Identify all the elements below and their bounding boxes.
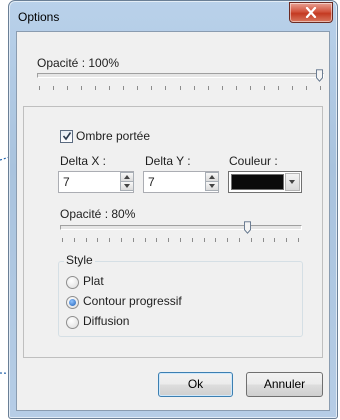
slider-tick (74, 238, 75, 242)
slider-tick (239, 238, 240, 242)
slider-tick (292, 86, 293, 90)
close-button[interactable] (289, 2, 333, 23)
slider-tick (137, 86, 138, 90)
drop-shadow-checkbox[interactable] (60, 130, 73, 143)
slider-tick (67, 86, 68, 90)
style-plat-label: Plat (83, 274, 104, 288)
style-contour-radio[interactable] (66, 296, 79, 309)
slider-tick (121, 238, 122, 242)
slider-tick (263, 238, 264, 242)
slider-tick (109, 86, 110, 90)
slider-tick (123, 86, 124, 90)
color-swatch (231, 174, 284, 190)
slider-tick (151, 86, 152, 90)
slider-tick (274, 238, 275, 242)
style-diffusion-label: Diffusion (83, 314, 130, 328)
close-icon (305, 7, 317, 18)
delta-x-spinner (120, 172, 134, 191)
slider-tick (109, 238, 110, 242)
slider-tick (39, 86, 40, 90)
slider-tick (86, 238, 87, 242)
shadow-opacity-label: Opacité : 80% (60, 207, 136, 221)
slider-tick (298, 238, 299, 242)
delta-x-label: Delta X : (60, 154, 107, 168)
slider-tick (227, 238, 228, 242)
shadow-opacity-slider-ticks (62, 238, 299, 242)
slider-tick (62, 238, 63, 242)
shadow-opacity-slider-thumb[interactable] (244, 221, 251, 234)
arrow-down-icon (124, 184, 130, 188)
slider-tick (194, 86, 195, 90)
delta-y-decrement[interactable] (205, 181, 219, 191)
slider-tick (156, 238, 157, 242)
slider-tick (180, 86, 181, 90)
shadow-opacity-slider-track (60, 225, 302, 230)
delta-y-spinner (205, 172, 219, 191)
slider-tick (145, 238, 146, 242)
color-label: Couleur : (229, 154, 278, 168)
opacity-slider-ticks (39, 86, 321, 90)
drop-shadow-label: Ombre portée (76, 129, 151, 143)
slider-tick (215, 238, 216, 242)
style-plat-radio[interactable] (66, 276, 79, 289)
slider-tick (95, 86, 96, 90)
delta-x-decrement[interactable] (120, 181, 134, 191)
slider-tick (222, 86, 223, 90)
slider-tick (81, 86, 82, 90)
title-bar: Options (9, 1, 337, 31)
arrow-up-icon (124, 175, 130, 179)
slider-tick (165, 86, 166, 90)
style-diffusion-radio[interactable] (66, 316, 79, 329)
slider-tick (320, 86, 321, 90)
color-picker[interactable] (228, 171, 302, 193)
slider-tick (250, 86, 251, 90)
delta-y-value: 7 (148, 175, 155, 189)
slider-tick (251, 238, 252, 242)
opacity-slider-thumb[interactable] (316, 69, 323, 82)
slider-tick (204, 238, 205, 242)
color-dropdown-button[interactable] (285, 173, 300, 191)
slider-tick (180, 238, 181, 242)
style-contour-label: Contour progressif (83, 294, 182, 308)
arrow-down-icon (209, 184, 215, 188)
ok-button[interactable]: Ok (158, 372, 233, 397)
slider-tick (264, 86, 265, 90)
delta-x-field[interactable]: 7 (58, 171, 134, 193)
slider-tick (278, 86, 279, 90)
slider-tick (306, 86, 307, 90)
slider-tick (208, 86, 209, 90)
slider-tick (53, 86, 54, 90)
style-group-title: Style (64, 253, 95, 267)
slider-tick (168, 238, 169, 242)
cancel-button[interactable]: Annuler (246, 372, 323, 397)
slider-tick (133, 238, 134, 242)
opacity-label: Opacité : 100% (37, 56, 120, 70)
slider-tick (97, 238, 98, 242)
checkmark-icon (62, 132, 72, 141)
opacity-slider-track (37, 73, 324, 78)
delta-y-field[interactable]: 7 (143, 171, 219, 193)
slider-tick (236, 86, 237, 90)
arrow-up-icon (209, 175, 215, 179)
delta-y-label: Delta Y : (145, 154, 191, 168)
window-title: Options (18, 10, 60, 24)
delta-x-value: 7 (63, 175, 70, 189)
slider-tick (286, 238, 287, 242)
slider-tick (192, 238, 193, 242)
chevron-down-icon (289, 180, 295, 184)
